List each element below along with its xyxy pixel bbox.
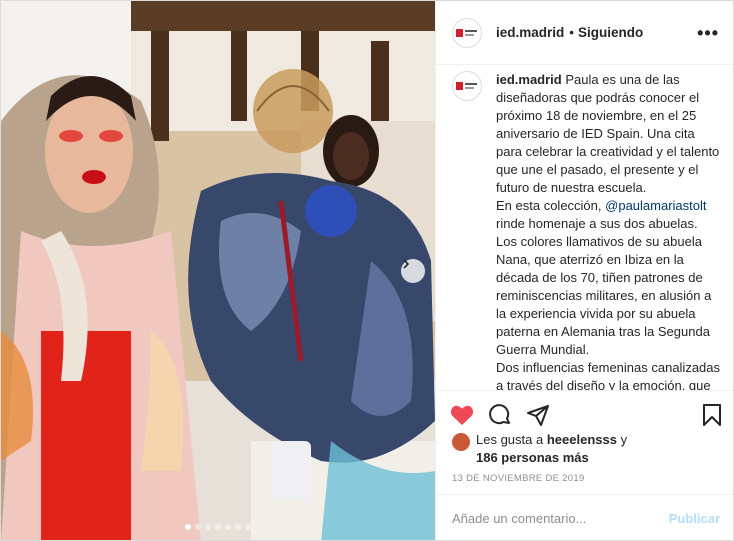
comment-button[interactable] — [488, 403, 512, 427]
likes-summary: Les gusta a heeelensss y 186 personas má… — [452, 431, 722, 467]
likes-conjunction: y — [620, 432, 628, 447]
caption-text-2-before: En esta colección, — [496, 198, 602, 213]
ied-logo-icon — [456, 28, 477, 37]
likes-others-link[interactable]: 186 personas más — [476, 450, 589, 465]
carousel-dot — [205, 524, 211, 530]
comment-composer: Publicar — [436, 494, 733, 540]
carousel-dot — [245, 524, 251, 530]
publish-button[interactable]: Publicar — [669, 511, 720, 526]
caption-container: ied.madrid Paula es una de las diseñador… — [436, 65, 733, 391]
more-options-icon[interactable]: ••• — [697, 24, 719, 42]
post-header: ied.madrid • Siguiendo ••• — [436, 1, 733, 65]
like-button[interactable] — [450, 404, 474, 426]
liker-avatar[interactable] — [452, 433, 470, 451]
carousel-indicator — [1, 524, 435, 530]
post-caption: ied.madrid Paula es una de las diseñador… — [496, 71, 720, 390]
post-side-panel: ied.madrid • Siguiendo ••• ied.madrid Pa… — [435, 1, 733, 540]
comment-bubble-icon — [489, 404, 510, 425]
caption-username[interactable]: ied.madrid — [496, 72, 562, 87]
account-avatar[interactable] — [452, 17, 482, 48]
caption-text-2-after: rinde homenaje a sus dos abuelas. Los co… — [496, 216, 712, 357]
paper-plane-icon — [527, 405, 549, 426]
post-date[interactable]: 13 DE NOVIEMBRE DE 2019 — [452, 473, 585, 484]
carousel-next-button[interactable] — [401, 259, 425, 283]
likes-text: Les gusta a heeelensss y 186 personas má… — [476, 431, 627, 467]
carousel-dot-active — [185, 524, 191, 530]
carousel-dot — [235, 524, 241, 530]
instagram-post: ied.madrid • Siguiendo ••• ied.madrid Pa… — [0, 0, 734, 541]
caption-avatar[interactable] — [452, 71, 482, 101]
caption-paragraph-3: Dos influencias femeninas canalizadas a … — [496, 359, 721, 391]
heart-filled-icon — [450, 405, 474, 425]
caption-mention-link[interactable]: @paulamariastolt — [605, 198, 706, 213]
likes-prefix: Les gusta a — [476, 432, 544, 447]
caption-text-1: Paula es una de las diseñadoras que podr… — [496, 72, 720, 195]
carousel-dot — [195, 524, 201, 530]
share-button[interactable] — [526, 403, 550, 427]
comment-input[interactable] — [452, 511, 669, 526]
fashion-photo-illustration — [1, 1, 435, 540]
ied-logo-icon — [456, 82, 477, 90]
caption-paragraph-2: En esta colección, @paulamariastolt rind… — [496, 197, 720, 359]
post-photo[interactable] — [1, 1, 435, 540]
following-button[interactable]: Siguiendo — [578, 25, 643, 40]
caption-text-3: Dos influencias femeninas canalizadas a … — [496, 360, 721, 391]
chevron-right-icon — [403, 259, 410, 269]
carousel-dot — [225, 524, 231, 530]
caption-paragraph-1: ied.madrid Paula es una de las diseñador… — [496, 71, 720, 197]
header-username[interactable]: ied.madrid — [496, 25, 564, 40]
carousel-dot — [215, 524, 221, 530]
header-separator: • — [569, 25, 574, 40]
save-button[interactable] — [702, 403, 722, 427]
liker-username[interactable]: heeelensss — [547, 432, 617, 447]
bookmark-icon — [703, 404, 721, 426]
